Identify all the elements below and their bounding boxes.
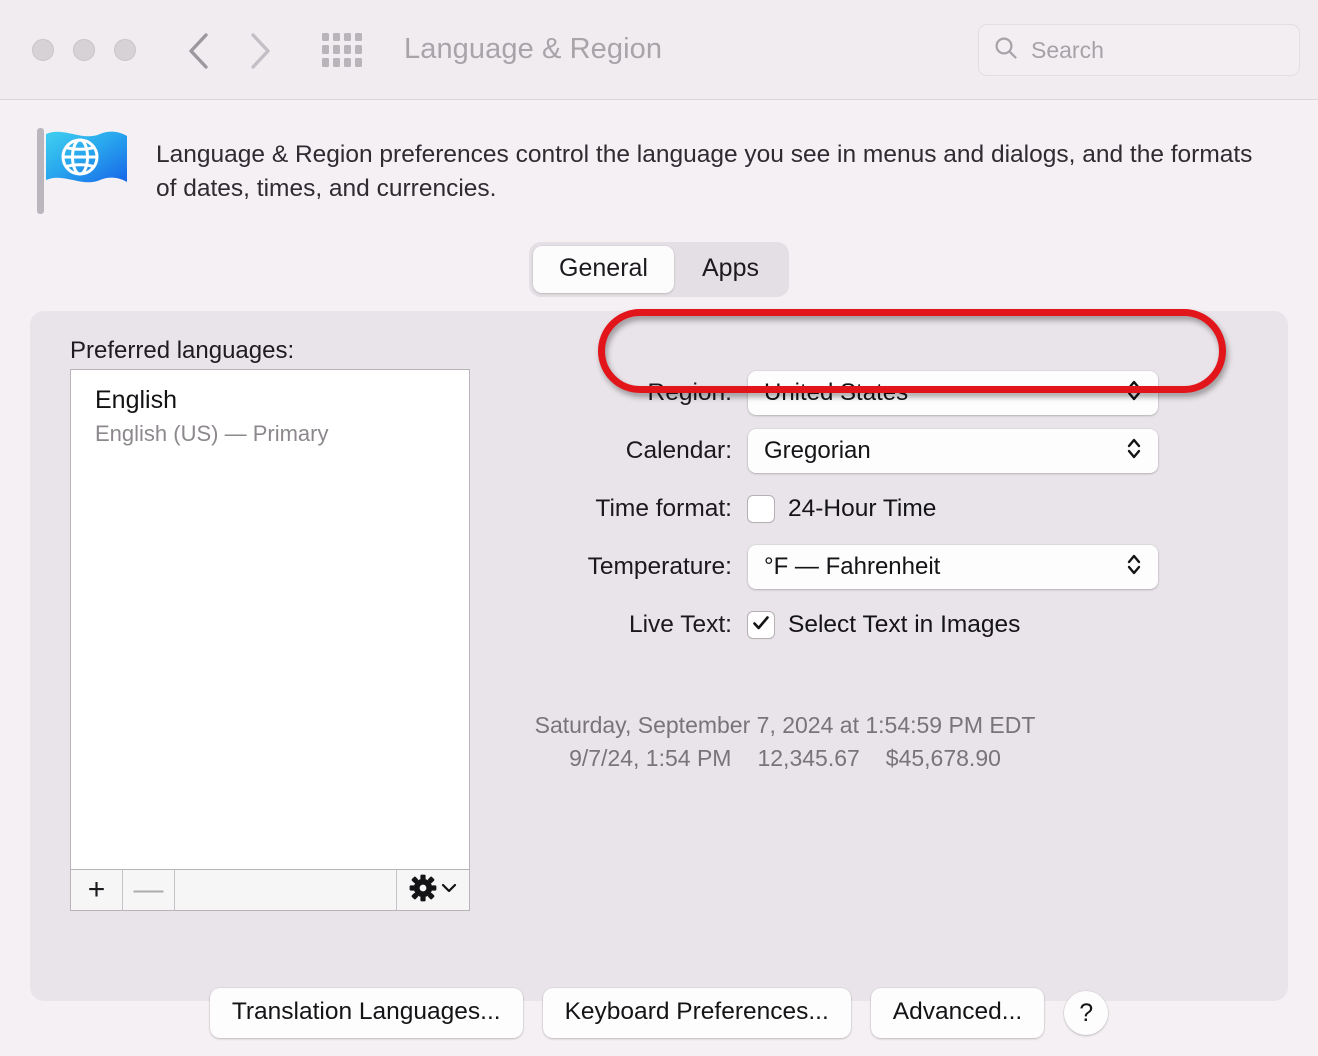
preferences-description: Language & Region preferences control th… — [156, 141, 1253, 202]
window-titlebar: Language & Region Search — [0, 0, 1318, 100]
tab-apps[interactable]: Apps — [676, 246, 785, 293]
preview-long-date: Saturday, September 7, 2024 at 1:54:59 P… — [534, 712, 1036, 738]
search-icon — [993, 35, 1019, 66]
bottom-button-bar: Translation Languages... Keyboard Prefer… — [0, 988, 1318, 1038]
waving-flag-globe-icon — [34, 124, 130, 216]
updown-chevron-icon — [1124, 434, 1144, 469]
updown-chevron-icon — [1124, 376, 1144, 411]
24-hour-time-checkbox[interactable] — [748, 496, 774, 522]
preferred-languages-label: Preferred languages: — [70, 337, 295, 364]
segmented-tab-bar: General Apps — [529, 242, 789, 297]
live-text-row: Live Text: Select Text in Images — [500, 603, 1268, 647]
format-preview: Saturday, September 7, 2024 at 1:54:59 P… — [500, 711, 1070, 774]
gear-icon — [409, 874, 437, 907]
calendar-popup-button[interactable]: Gregorian — [748, 429, 1158, 473]
updown-chevron-icon — [1124, 550, 1144, 585]
language-name: English — [95, 386, 177, 414]
select-text-in-images-label: Select Text in Images — [788, 611, 1021, 638]
checkmark-icon — [751, 613, 771, 638]
live-text-checkbox-group[interactable]: Select Text in Images — [748, 611, 1020, 639]
region-value: United States — [764, 379, 909, 406]
24-hour-time-label: 24-Hour Time — [788, 495, 937, 522]
navigation-buttons — [184, 30, 274, 70]
keyboard-preferences-button[interactable]: Keyboard Preferences... — [542, 988, 851, 1038]
select-text-in-images-checkbox[interactable] — [748, 612, 774, 638]
preview-short-date: 9/7/24, 1:54 PM — [569, 745, 732, 772]
close-button[interactable] — [32, 38, 54, 61]
zoom-button[interactable] — [114, 38, 136, 61]
help-button[interactable]: ? — [1064, 991, 1109, 1035]
preview-secondary-line: 9/7/24, 1:54 PM 12,345.67 $45,678.90 — [500, 744, 1070, 773]
search-field[interactable]: Search — [978, 24, 1300, 76]
calendar-value: Gregorian — [764, 437, 871, 464]
minimize-button[interactable] — [73, 38, 95, 61]
preview-number: 12,345.67 — [757, 745, 860, 772]
time-format-label: Time format: — [595, 495, 732, 522]
live-text-label: Live Text: — [628, 611, 732, 638]
region-settings-form: Region: United States Calendar: Gregoria… — [500, 371, 1268, 661]
region-row: Region: United States — [500, 371, 1268, 415]
back-chevron-icon[interactable] — [184, 30, 214, 70]
temperature-row: Temperature: °F — Fahrenheit — [500, 545, 1268, 589]
language-detail: English (US) — Primary — [95, 421, 329, 446]
list-item[interactable]: English English (US) — Primary — [71, 370, 469, 447]
toolbar-spacer — [175, 870, 397, 910]
calendar-label: Calendar: — [625, 437, 732, 464]
language-actions-menu[interactable] — [397, 870, 469, 910]
preferred-languages-list[interactable]: English English (US) — Primary — [70, 369, 470, 869]
forward-chevron-icon[interactable] — [244, 30, 274, 70]
add-language-button[interactable]: + — [71, 870, 123, 910]
tab-general[interactable]: General — [533, 246, 674, 293]
time-format-checkbox-group[interactable]: 24-Hour Time — [748, 495, 936, 523]
translation-languages-button[interactable]: Translation Languages... — [209, 988, 523, 1038]
temperature-popup-button[interactable]: °F — Fahrenheit — [748, 545, 1158, 589]
preferences-header: Language & Region preferences control th… — [0, 100, 1318, 216]
temperature-value: °F — Fahrenheit — [764, 553, 941, 580]
settings-panel: Preferred languages: English English (US… — [30, 311, 1288, 1001]
remove-language-button: — — [123, 870, 175, 910]
temperature-label: Temperature: — [587, 553, 732, 580]
language-list-toolbar: + — — [70, 869, 470, 911]
traffic-lights — [32, 38, 136, 61]
chevron-down-icon — [440, 881, 458, 900]
calendar-row: Calendar: Gregorian — [500, 429, 1268, 473]
preview-currency: $45,678.90 — [885, 745, 1001, 772]
region-label: Region: — [647, 379, 732, 406]
apps-grid-icon[interactable] — [322, 32, 362, 67]
page-title: Language & Region — [404, 33, 663, 65]
search-placeholder: Search — [1031, 36, 1104, 63]
time-format-row: Time format: 24-Hour Time — [500, 487, 1268, 531]
advanced-button[interactable]: Advanced... — [870, 988, 1045, 1038]
region-popup-button[interactable]: United States — [748, 371, 1158, 415]
tab-bar-container: General Apps — [0, 242, 1318, 297]
